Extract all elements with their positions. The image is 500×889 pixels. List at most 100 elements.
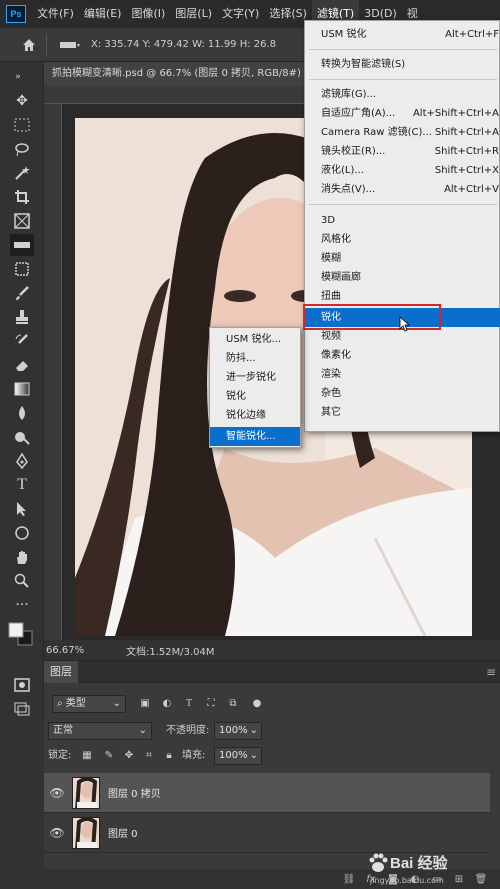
shortcut: Alt+Ctrl+F [445,29,499,40]
menu-item-stylize[interactable]: 风格化 [305,230,500,249]
pen-tool-icon[interactable] [10,450,34,472]
menu-item-blur-gallery[interactable]: 模糊画廊 [305,268,500,287]
options-separator [46,33,47,56]
ruler-tool-icon[interactable] [59,39,81,51]
ruler-icon[interactable] [10,234,34,256]
layer-thumbnail [72,776,100,809]
blur-tool-icon[interactable] [10,402,34,424]
menu-type[interactable]: 文字(Y) [217,0,264,28]
menu-item-label: 杂色 [321,388,341,399]
more-tools-icon[interactable]: ··· [10,594,34,616]
lock-all-icon[interactable]: 🔒︎ [162,749,176,763]
menu-item-3d[interactable]: 3D [305,211,500,230]
menu-item-label: Camera Raw 滤镜(C)... [321,127,432,138]
zoom-tool-icon[interactable] [10,570,34,592]
menu-item-render[interactable]: 渲染 [305,365,500,384]
move-tool-icon[interactable]: ✥ [10,90,34,112]
layer-thumbnail [72,816,100,849]
layers-tab[interactable]: 图层 [44,661,78,683]
layer-name[interactable]: 图层 0 [108,825,138,840]
menu-item-usm[interactable]: USM 锐化 Alt+Ctrl+F [305,25,500,44]
magic-wand-icon[interactable] [10,162,34,184]
screen-mode-icon[interactable] [10,698,34,720]
menu-item-vanishing-point[interactable]: 消失点(V)... Alt+Ctrl+V [305,180,500,199]
type-tool-icon[interactable]: T [10,474,34,496]
type-filter-icon[interactable]: T [182,697,196,711]
submenu-item-sharpen[interactable]: 锐化 [210,387,300,406]
quick-mask-icon[interactable] [10,674,34,696]
menu-item-lens-correction[interactable]: 镜头校正(R)... Shift+Ctrl+R [305,142,500,161]
lock-transparent-icon[interactable]: ▦ [80,749,94,763]
baidu-watermark: Bai 经验 jingyan.baidu.com [362,850,500,889]
eye-icon[interactable]: 👁︎ [44,786,70,800]
color-swatches[interactable] [6,620,36,648]
menu-item-label: 液化(L)... [321,165,364,176]
history-brush-icon[interactable] [10,330,34,352]
collapse-icon[interactable]: » [6,66,30,88]
menu-file[interactable]: 文件(F) [32,0,79,28]
stamp-tool-icon[interactable] [10,306,34,328]
link-layers-icon[interactable]: ⛓︎ [340,874,358,885]
layer-row[interactable]: 👁︎ 图层 0 [44,813,490,853]
home-icon[interactable] [20,36,38,54]
eye-icon[interactable]: 👁︎ [44,826,70,840]
path-selection-icon[interactable] [10,498,34,520]
menu-item-camera-raw[interactable]: Camera Raw 滤镜(C)... Shift+Ctrl+A [305,123,500,142]
ellipse-tool-icon[interactable] [10,522,34,544]
pixel-filter-icon[interactable]: ▣ [138,697,152,711]
brush-tool-icon[interactable] [10,282,34,304]
zoom-level[interactable]: 66.67% [46,645,96,656]
menu-edit[interactable]: 编辑(E) [79,0,127,28]
watermark-url: jingyan.baidu.com [370,876,444,885]
lock-artboard-icon[interactable]: ⌗ [142,749,156,763]
filter-toggle-icon[interactable]: ● [250,697,264,711]
menu-item-other[interactable]: 其它 [305,403,500,422]
frame-tool-icon[interactable] [10,210,34,232]
layer-row[interactable]: 👁︎ 图层 0 拷贝 [44,773,490,813]
marquee-tool-icon[interactable] [10,114,34,136]
hand-tool-icon[interactable] [10,546,34,568]
menu-layer[interactable]: 图层(L) [170,0,217,28]
submenu-item-shake-reduction[interactable]: 防抖... [210,349,300,368]
adjustment-filter-icon[interactable]: ◐ [160,697,174,711]
menu-item-smart-filter[interactable]: 转换为智能滤镜(S) [305,55,500,74]
layer-filter-select[interactable]: ⌕ 类型 ⌄ [52,695,126,713]
menu-item-label: 模糊 [321,253,341,264]
patch-tool-icon[interactable] [10,258,34,280]
opacity-field[interactable]: 100% ⌄ [214,722,262,740]
submenu-item-sharpen-edges[interactable]: 锐化边缘 [210,406,300,425]
gradient-tool-icon[interactable] [10,378,34,400]
shortcut: Shift+Ctrl+R [434,146,499,157]
lock-pixels-icon[interactable]: ✎ [102,749,116,763]
document-size[interactable]: 文档:1.52M/3.04M [126,643,215,658]
menu-separator [309,79,497,80]
shortcut: Alt+Ctrl+V [444,184,499,195]
submenu-item-smart-sharpen[interactable]: 智能锐化... [210,427,300,446]
lock-position-icon[interactable]: ✥ [122,749,136,763]
submenu-item-sharpen-more[interactable]: 进一步锐化 [210,368,300,387]
crop-tool-icon[interactable] [10,186,34,208]
menu-image[interactable]: 图像(I) [126,0,170,28]
shape-filter-icon[interactable]: ⛶ [204,697,218,711]
smart-object-filter-icon[interactable]: ⧉ [226,697,240,711]
dodge-tool-icon[interactable] [10,426,34,448]
lock-label: 锁定: [48,750,72,761]
panel-menu-icon[interactable]: ≡ [486,665,496,679]
fill-field[interactable]: 100% ⌄ [214,747,262,765]
submenu-item-usm[interactable]: USM 锐化... [210,330,300,349]
menu-item-pixelate[interactable]: 像素化 [305,346,500,365]
menu-item-label: 镜头校正(R)... [321,146,386,157]
blend-mode-select[interactable]: 正常 ⌄ [48,722,152,740]
opacity-value: 100% [219,725,248,736]
document-tab[interactable]: 抓拍模糊变清晰.psd @ 66.7% (图层 0 拷贝, RGB/8#) * [44,62,304,86]
menu-item-liquify[interactable]: 液化(L)... Shift+Ctrl+X [305,161,500,180]
layer-name[interactable]: 图层 0 拷贝 [108,785,161,800]
eraser-tool-icon[interactable] [10,354,34,376]
menu-item-filter-gallery[interactable]: 滤镜库(G)... [305,85,500,104]
menu-item-blur[interactable]: 模糊 [305,249,500,268]
filter-menu: USM 锐化 Alt+Ctrl+F 转换为智能滤镜(S) 滤镜库(G)... 自适… [304,20,500,432]
cursor-icon [399,316,411,332]
lasso-tool-icon[interactable] [10,138,34,160]
menu-item-noise[interactable]: 杂色 [305,384,500,403]
menu-item-adaptive-wide-angle[interactable]: 自适应广角(A)... Alt+Shift+Ctrl+A [305,104,500,123]
